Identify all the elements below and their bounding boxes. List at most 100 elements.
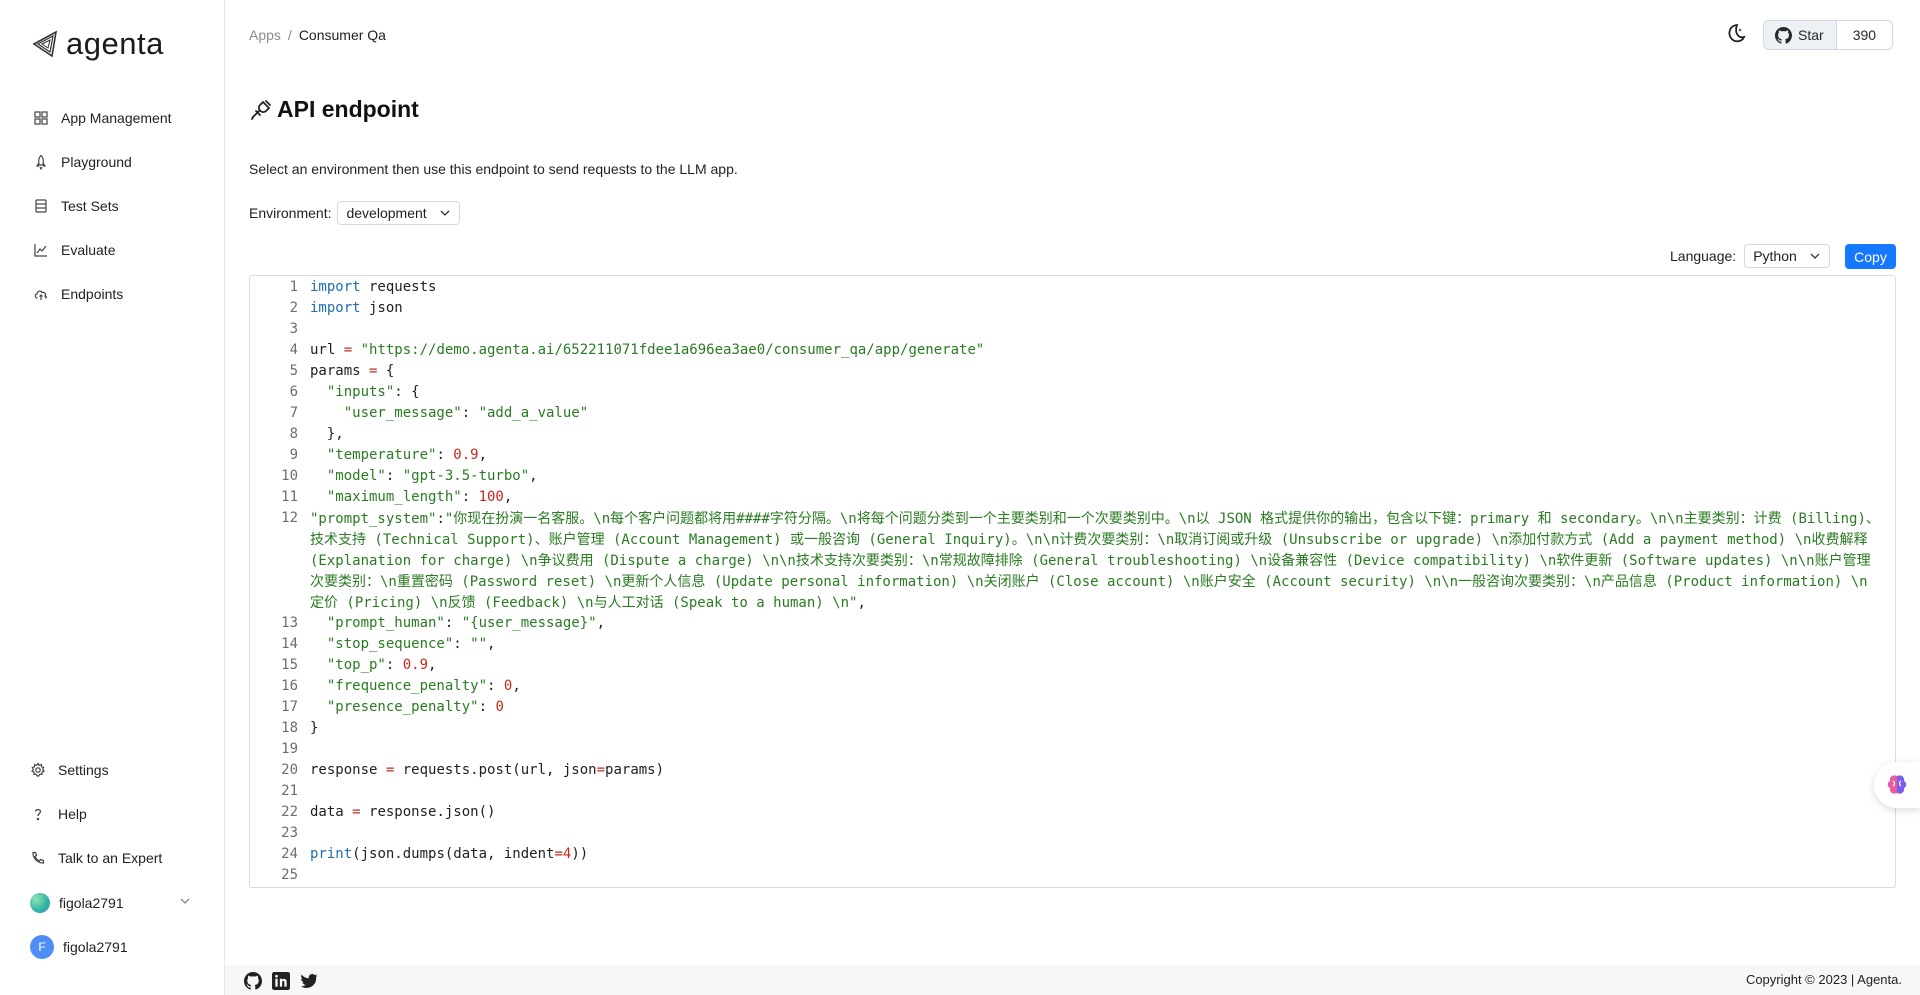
app-logo[interactable]: agenta bbox=[30, 26, 164, 62]
code-line: "maximum_length": 100, bbox=[310, 489, 513, 505]
github-star-label: Star bbox=[1798, 27, 1824, 43]
code-line: "temperature": 0.9, bbox=[310, 447, 488, 463]
sidebar-item-label: Settings bbox=[58, 762, 109, 778]
line-number: 21 bbox=[281, 783, 298, 799]
sidebar-item-test-sets[interactable]: Test Sets bbox=[33, 198, 119, 214]
code-line-prompt-system: "prompt_system":"你现在扮演一名客服。\n每个客户问题都将用##… bbox=[310, 511, 1880, 611]
sidebar-item-talk-to-expert[interactable]: Talk to an Expert bbox=[30, 850, 162, 866]
sidebar-item-label: Playground bbox=[61, 154, 132, 170]
environment-select[interactable]: development bbox=[337, 201, 460, 225]
user-name: figola2791 bbox=[63, 939, 128, 955]
chevron-down-icon bbox=[1810, 253, 1820, 259]
code-line: "top_p": 0.9, bbox=[310, 657, 437, 673]
sidebar-item-endpoints[interactable]: Endpoints bbox=[33, 286, 123, 302]
line-number: 7 bbox=[289, 405, 298, 421]
breadcrumb: Apps / Consumer Qa bbox=[249, 27, 386, 43]
code-line: "frequence_penalty": 0, bbox=[310, 678, 521, 694]
line-number: 8 bbox=[289, 426, 298, 442]
code-line: "inputs": { bbox=[310, 384, 420, 400]
line-number: 5 bbox=[289, 363, 298, 379]
workspace-avatar bbox=[30, 893, 50, 913]
line-number: 1 bbox=[289, 279, 298, 295]
language-label: Language: bbox=[1670, 248, 1737, 264]
chevron-down-icon[interactable] bbox=[178, 894, 192, 908]
line-number: 20 bbox=[281, 762, 298, 778]
line-number: 12 bbox=[281, 510, 298, 526]
github-icon[interactable] bbox=[244, 972, 262, 990]
phone-icon bbox=[32, 851, 45, 864]
line-number: 4 bbox=[289, 342, 298, 358]
code-line: url = "https://demo.agenta.ai/652211071f… bbox=[310, 342, 985, 358]
environment-value: development bbox=[346, 205, 427, 221]
language-value: Python bbox=[1753, 248, 1797, 264]
code-line: import json bbox=[310, 300, 403, 316]
code-line: }, bbox=[310, 426, 344, 442]
line-number: 3 bbox=[289, 321, 298, 337]
code-line: } bbox=[310, 720, 319, 736]
user-profile[interactable]: F figola2791 bbox=[30, 935, 128, 959]
sidebar-item-label: Help bbox=[58, 806, 87, 822]
breadcrumb-separator: / bbox=[287, 27, 292, 43]
chevron-down-icon bbox=[440, 210, 450, 216]
line-number: 22 bbox=[281, 804, 298, 820]
agenta-logo-icon bbox=[32, 30, 58, 58]
sidebar-item-playground[interactable]: Playground bbox=[33, 154, 132, 170]
sidebar-item-label: App Management bbox=[61, 110, 172, 126]
sidebar-item-settings[interactable]: Settings bbox=[30, 762, 109, 778]
code-line: "user_message": "add_a_value" bbox=[310, 405, 589, 421]
sidebar: agenta App Management Playground Test Se… bbox=[0, 0, 225, 995]
footer-copyright: Copyright © 2023 | Agenta. bbox=[1745, 972, 1902, 987]
avatar: F bbox=[30, 935, 54, 959]
sidebar-item-help[interactable]: Help bbox=[30, 806, 87, 822]
sidebar-item-app-management[interactable]: App Management bbox=[33, 110, 172, 126]
gear-icon bbox=[31, 762, 45, 777]
code-line: import requests bbox=[310, 279, 437, 295]
sidebar-item-label: Evaluate bbox=[61, 242, 116, 258]
language-select[interactable]: Python bbox=[1744, 244, 1830, 268]
sidebar-item-label: Talk to an Expert bbox=[58, 850, 163, 866]
code-line: "stop_sequence": "", bbox=[310, 636, 496, 652]
line-number: 18 bbox=[281, 720, 298, 736]
code-line: data = response.json() bbox=[310, 804, 496, 820]
grid-icon bbox=[34, 111, 48, 125]
environment-label: Environment: bbox=[249, 205, 332, 221]
line-number: 2 bbox=[289, 300, 298, 316]
linkedin-icon[interactable] bbox=[272, 972, 290, 990]
line-number: 24 bbox=[281, 846, 298, 862]
logo-text: agenta bbox=[66, 26, 164, 61]
line-number: 11 bbox=[281, 489, 298, 505]
assistant-button[interactable] bbox=[1874, 762, 1920, 808]
code-line: "prompt_human": "{user_message}", bbox=[310, 615, 606, 631]
twitter-icon[interactable] bbox=[300, 972, 318, 990]
language-row: Language: Python bbox=[1670, 244, 1830, 268]
question-icon bbox=[34, 808, 42, 821]
sidebar-item-evaluate[interactable]: Evaluate bbox=[33, 242, 115, 258]
line-number: 14 bbox=[281, 636, 298, 652]
line-number: 6 bbox=[289, 384, 298, 400]
workspace-selector[interactable]: figola2791 bbox=[30, 893, 124, 913]
line-number: 25 bbox=[281, 867, 298, 883]
rocket-icon bbox=[35, 154, 47, 170]
line-number: 17 bbox=[281, 699, 298, 715]
line-number: 16 bbox=[281, 678, 298, 694]
moon-icon[interactable] bbox=[1723, 22, 1747, 46]
cloud-upload-icon bbox=[34, 290, 47, 300]
line-number: 13 bbox=[281, 615, 298, 631]
breadcrumb-root[interactable]: Apps bbox=[249, 27, 281, 43]
api-plug-icon bbox=[251, 99, 271, 120]
code-line: print(json.dumps(data, indent=4)) bbox=[310, 846, 589, 862]
github-star-count[interactable]: 390 bbox=[1836, 21, 1893, 49]
code-line: response = requests.post(url, json=param… bbox=[310, 762, 665, 778]
footer-social-links bbox=[244, 972, 318, 990]
brain-icon bbox=[1887, 775, 1907, 794]
code-editor[interactable]: 1 2 3 4 5 6 7 8 9 10 11 12 13 14 15 16 1… bbox=[249, 275, 1896, 888]
sidebar-item-label: Endpoints bbox=[61, 286, 124, 302]
copy-button[interactable]: Copy bbox=[1845, 244, 1896, 269]
code-line: "presence_penalty": 0 bbox=[310, 699, 504, 715]
line-number: 9 bbox=[289, 447, 298, 463]
line-number: 15 bbox=[281, 657, 298, 673]
page-title: API endpoint bbox=[249, 96, 419, 123]
github-icon bbox=[1775, 26, 1792, 44]
page-title-text: API endpoint bbox=[277, 96, 419, 122]
github-star-button[interactable]: Star bbox=[1764, 21, 1837, 49]
